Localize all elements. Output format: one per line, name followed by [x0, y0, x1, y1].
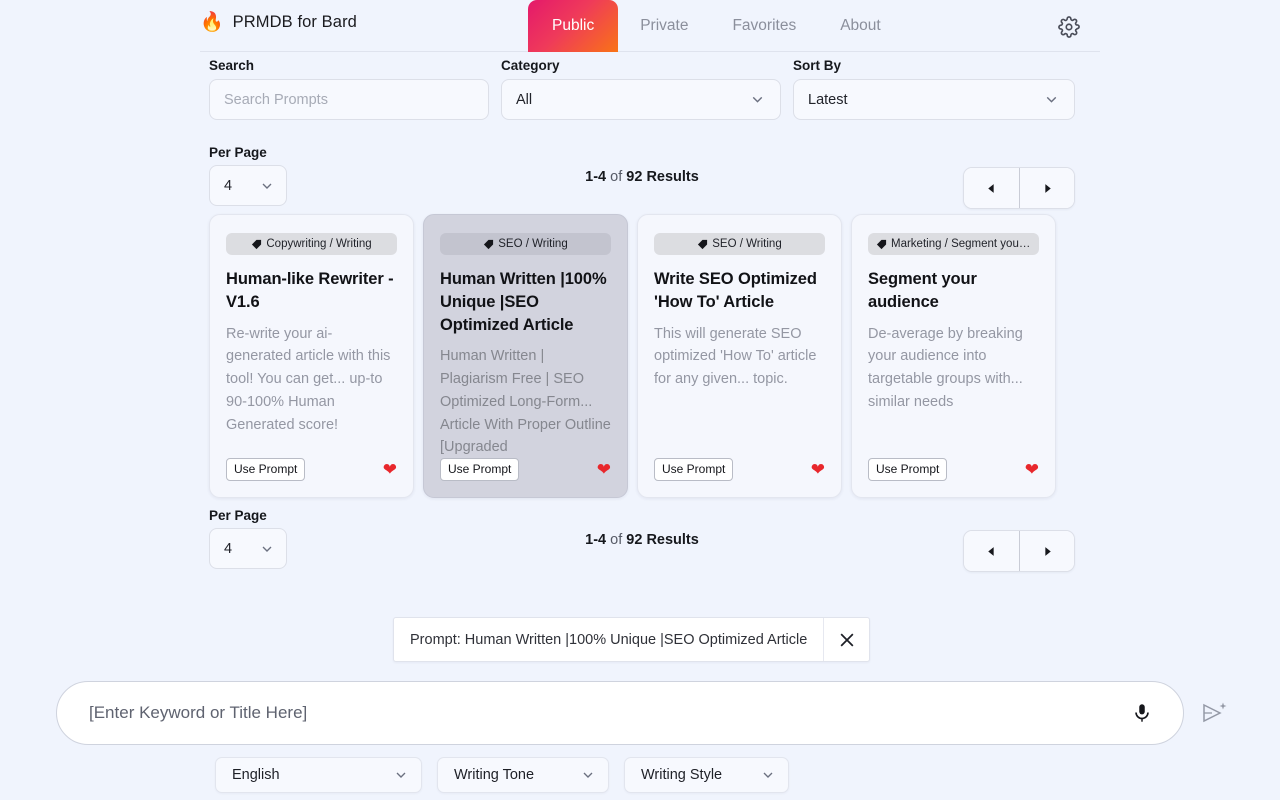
filter-bar: Search Category All Sort By Latest: [209, 58, 1075, 120]
results-of: of: [610, 532, 623, 548]
category-select[interactable]: All: [501, 79, 781, 120]
card-title: Write SEO Optimized 'How To' Article: [654, 270, 817, 311]
search-label: Search: [209, 58, 255, 73]
heart-icon[interactable]: ❤: [383, 461, 397, 478]
results-summary: 1-4 of 92 Results: [209, 169, 1075, 185]
chevron-down-icon: [760, 767, 776, 783]
sort-label: Sort By: [793, 58, 842, 73]
card-title: Segment your audience: [868, 270, 977, 311]
card-category-text: SEO / Writing: [712, 238, 782, 250]
chevron-down-icon: [580, 767, 596, 783]
tag-icon: [876, 239, 887, 250]
flame-icon: 🔥: [200, 12, 224, 33]
pager-controls: [963, 530, 1075, 572]
composer-input-bar: [56, 681, 1184, 745]
card-category-text: SEO / Writing: [498, 238, 568, 250]
card-description: De-average by breaking your audience int…: [868, 325, 1023, 410]
prev-page-button[interactable]: [964, 168, 1019, 208]
composer-options: English Writing Tone Writing Style: [215, 757, 789, 793]
tag-icon: [697, 239, 708, 250]
microphone-icon[interactable]: [1129, 700, 1155, 726]
sort-select[interactable]: Latest: [793, 79, 1075, 120]
card-footer: Use Prompt ❤: [868, 457, 1039, 481]
brand: 🔥 PRMDB for Bard: [200, 13, 357, 32]
gear-icon[interactable]: [1058, 16, 1080, 38]
category-label: Category: [501, 58, 560, 73]
category-value: All: [516, 91, 533, 108]
results-summary: 1-4 of 92 Results: [209, 532, 1075, 548]
keyword-input[interactable]: [89, 703, 1129, 723]
language-select[interactable]: English: [215, 757, 422, 793]
use-prompt-button[interactable]: Use Prompt: [440, 457, 520, 481]
prev-page-button[interactable]: [964, 531, 1019, 571]
writing-style-select[interactable]: Writing Style: [624, 757, 789, 793]
chevron-down-icon: [1043, 91, 1060, 108]
search-input[interactable]: [209, 79, 489, 120]
use-prompt-button[interactable]: Use Prompt: [654, 457, 734, 481]
card-footer: Use Prompt ❤: [226, 457, 397, 481]
send-sparkle-icon[interactable]: [1199, 699, 1229, 727]
selected-prompt-text: Prompt: Human Written |100% Unique |SEO …: [410, 631, 808, 648]
use-prompt-button[interactable]: Use Prompt: [226, 457, 306, 481]
selected-prompt-chip: Prompt: Human Written |100% Unique |SEO …: [393, 617, 871, 662]
next-page-button[interactable]: [1019, 168, 1074, 208]
card-category-text: Marketing / Segment your a...: [891, 238, 1031, 250]
tab-public[interactable]: Public: [528, 0, 619, 52]
main-tabs: Public Private Favorites About: [528, 0, 903, 52]
card-description: This will generate SEO optimized 'How To…: [654, 325, 817, 388]
prompt-card-list: Copywriting / Writing Human-like Rewrite…: [209, 214, 1056, 498]
card-description: Human Written | Plagiarism Free | SEO Op…: [440, 348, 611, 456]
heart-icon[interactable]: ❤: [597, 461, 611, 478]
card-category-badge: SEO / Writing: [440, 233, 611, 255]
pagination-bar-top: Per Page 4 1-4 of 92 Results: [209, 145, 1075, 209]
card-category-text: Copywriting / Writing: [266, 238, 372, 250]
writing-style-value: Writing Style: [641, 767, 723, 783]
tag-icon: [251, 239, 262, 250]
results-range: 1-4: [585, 532, 607, 548]
app-root: 🔥 PRMDB for Bard Public Private Favorite…: [0, 0, 1280, 800]
prompt-card[interactable]: SEO / Writing Write SEO Optimized 'How T…: [637, 214, 842, 498]
card-footer: Use Prompt ❤: [440, 457, 611, 481]
results-range: 1-4: [585, 169, 607, 185]
chevron-down-icon: [749, 91, 766, 108]
results-total: 92 Results: [626, 532, 699, 548]
next-page-button[interactable]: [1019, 531, 1074, 571]
writing-tone-value: Writing Tone: [454, 767, 535, 783]
results-of: of: [610, 169, 623, 185]
category-field-group: Category All: [501, 58, 781, 120]
pagination-bar-bottom: Per Page 4 1-4 of 92 Results: [209, 508, 1075, 572]
heart-icon[interactable]: ❤: [811, 461, 825, 478]
sort-field-group: Sort By Latest: [793, 58, 1075, 120]
prompt-card[interactable]: Copywriting / Writing Human-like Rewrite…: [209, 214, 414, 498]
per-page-label: Per Page: [209, 145, 267, 160]
tag-icon: [483, 239, 494, 250]
card-description: Re-write your ai-generated article with …: [226, 325, 391, 433]
tab-private[interactable]: Private: [618, 0, 710, 52]
card-title: Human-like Rewriter - V1.6: [226, 270, 394, 311]
use-prompt-button[interactable]: Use Prompt: [868, 457, 948, 481]
language-value: English: [232, 767, 280, 783]
results-total: 92 Results: [626, 169, 699, 185]
card-footer: Use Prompt ❤: [654, 457, 825, 481]
prompt-card[interactable]: SEO / Writing Human Written |100% Unique…: [423, 214, 628, 498]
card-category-badge: SEO / Writing: [654, 233, 825, 255]
app-header: 🔥 PRMDB for Bard Public Private Favorite…: [200, 0, 1100, 52]
app-title: PRMDB for Bard: [232, 13, 357, 31]
tab-favorites[interactable]: Favorites: [710, 0, 818, 52]
card-category-badge: Copywriting / Writing: [226, 233, 397, 255]
tab-about[interactable]: About: [818, 0, 903, 52]
prompt-card[interactable]: Marketing / Segment your a... Segment yo…: [851, 214, 1056, 498]
card-category-badge: Marketing / Segment your a...: [868, 233, 1039, 255]
sort-value: Latest: [808, 91, 848, 108]
chevron-down-icon: [393, 767, 409, 783]
heart-icon[interactable]: ❤: [1025, 461, 1039, 478]
card-title: Human Written |100% Unique |SEO Optimize…: [440, 270, 607, 334]
search-field-group: Search: [209, 58, 489, 120]
per-page-label: Per Page: [209, 508, 267, 523]
pager-controls: [963, 167, 1075, 209]
close-icon[interactable]: [823, 618, 869, 661]
writing-tone-select[interactable]: Writing Tone: [437, 757, 609, 793]
